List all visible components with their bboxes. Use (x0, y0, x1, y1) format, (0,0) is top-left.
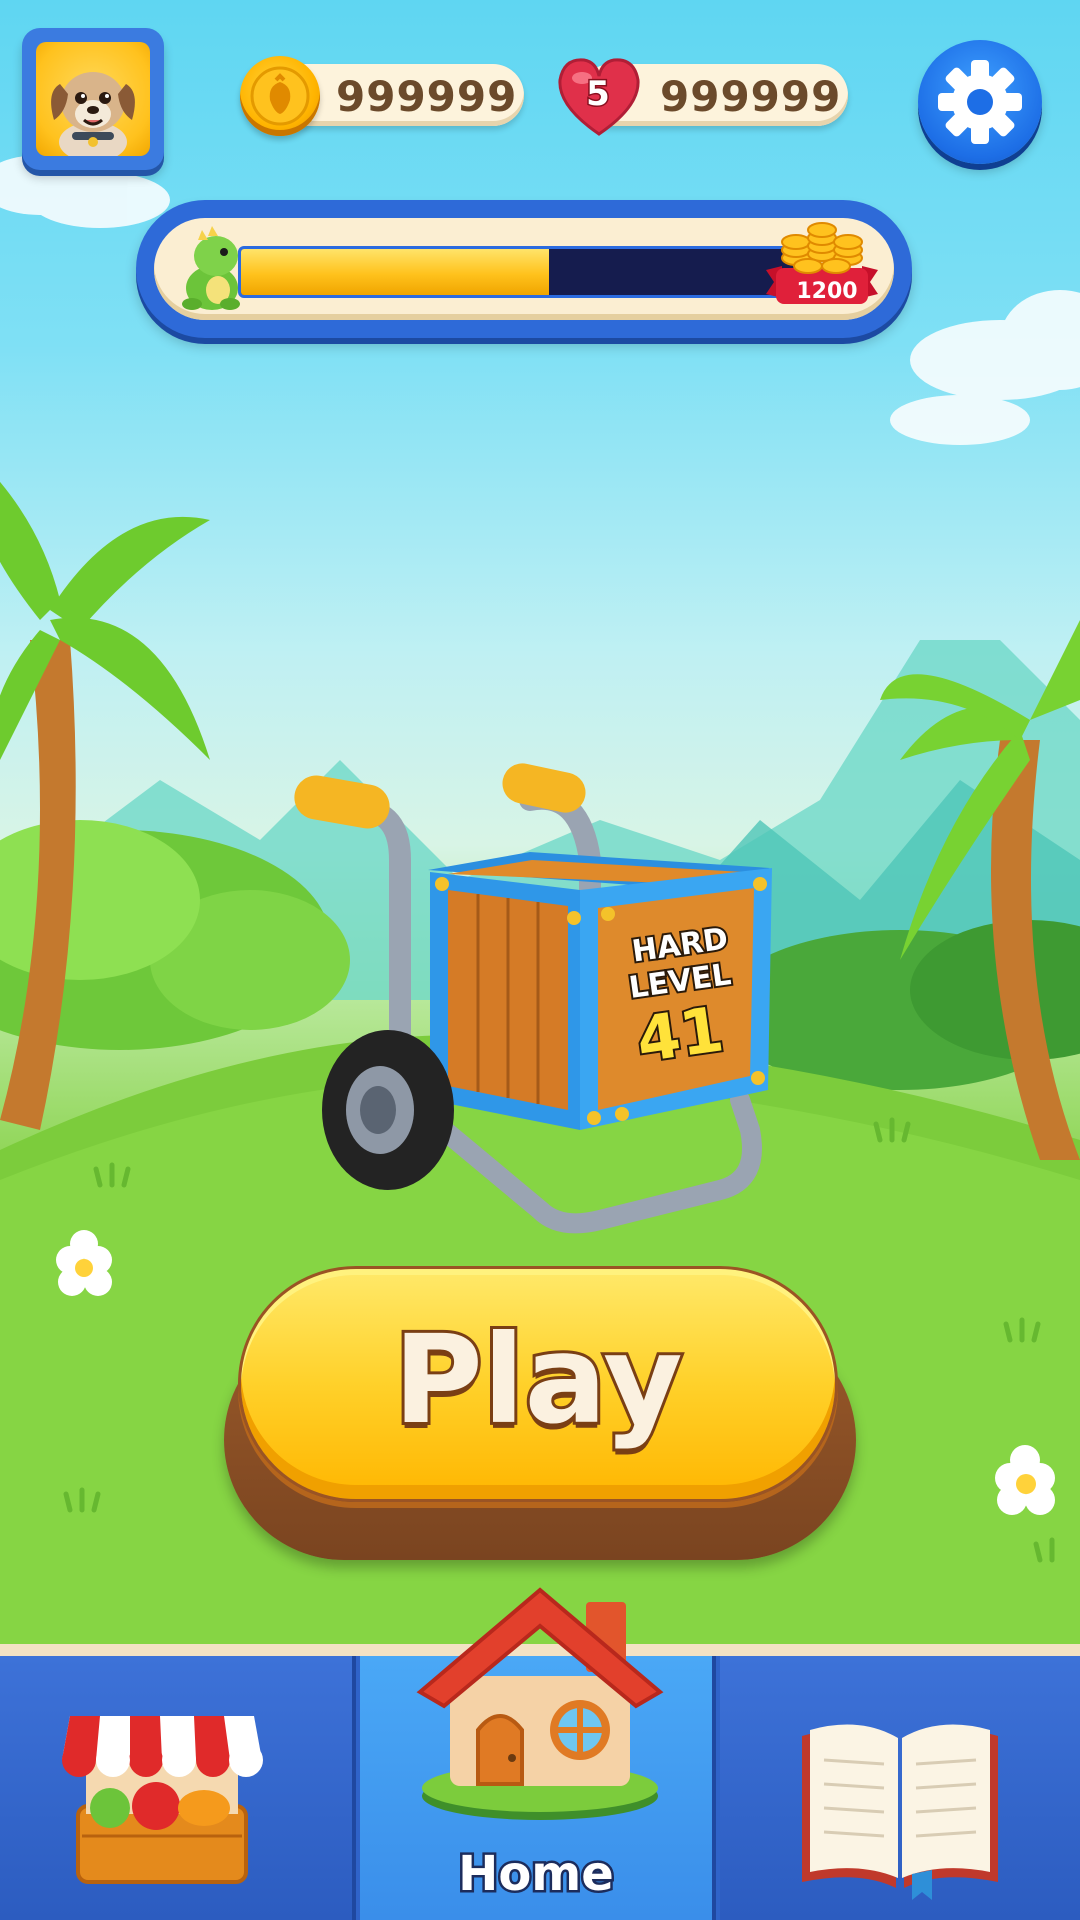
lives-total-value: 999999 (660, 72, 842, 121)
coins-value: 999999 (336, 72, 518, 121)
dog-avatar-icon (36, 42, 150, 156)
nav-tab-shop[interactable] (0, 1656, 356, 1920)
lives-count: 5 (585, 73, 612, 116)
dino-mascot-icon (182, 226, 240, 310)
nav-tab-book[interactable] (720, 1656, 1080, 1920)
coin-icon (240, 56, 320, 136)
house-icon (416, 1587, 664, 1820)
open-book-icon (802, 1724, 998, 1900)
progress-track (238, 246, 804, 298)
gear-icon (938, 60, 1022, 144)
settings-button[interactable] (918, 40, 1042, 164)
play-label: Play (390, 1306, 685, 1454)
progress-fill (241, 249, 549, 295)
home-label: Home (456, 1844, 617, 1905)
shop-stall-icon (62, 1716, 263, 1884)
play-button[interactable]: Play (238, 1266, 838, 1502)
profile-avatar-button[interactable] (22, 28, 164, 170)
reward-amount: 1200 (796, 279, 858, 304)
